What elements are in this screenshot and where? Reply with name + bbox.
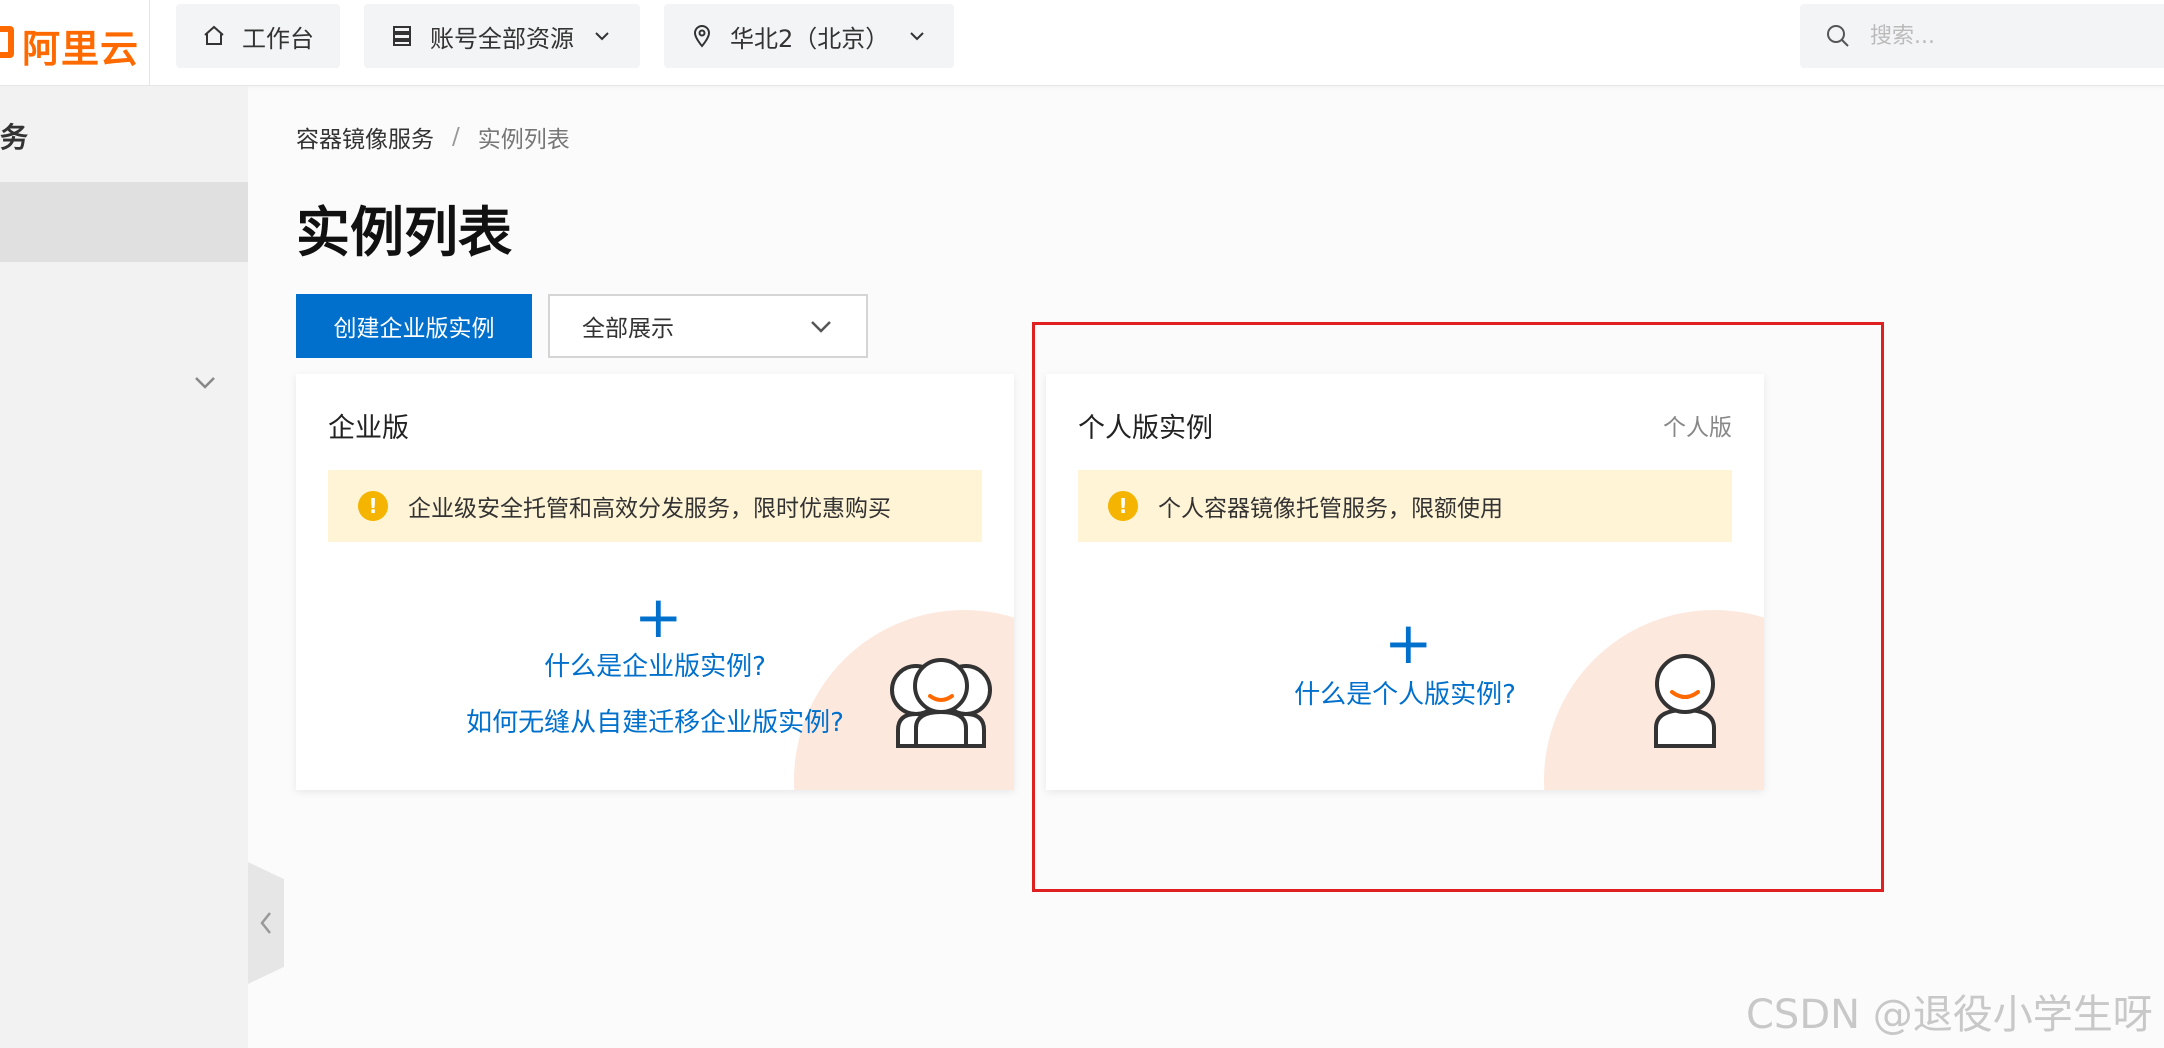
- create-enterprise-instance-button[interactable]: 创建企业版实例: [296, 294, 532, 358]
- location-pin-icon: [688, 22, 716, 50]
- chevron-down-icon: [811, 321, 831, 333]
- breadcrumb: 容器镜像服务 / 实例列表: [296, 120, 570, 154]
- group-users-icon: [890, 658, 992, 748]
- aliyun-logo[interactable]: 阿里云: [0, 0, 150, 86]
- watermark: CSDN @退役小学生呀: [1746, 992, 2153, 1038]
- home-icon: [200, 22, 228, 50]
- search-box[interactable]: [1800, 4, 2164, 68]
- card-title: 企业版: [328, 413, 409, 444]
- server-icon: [388, 22, 416, 50]
- workbench-button[interactable]: 工作台: [176, 4, 340, 68]
- sidebar: 务: [0, 86, 248, 1048]
- notice-banner: ! 企业级安全托管和高效分发服务，限时优惠购买: [328, 470, 982, 542]
- plus-icon[interactable]: +: [634, 588, 683, 646]
- resources-dropdown[interactable]: 账号全部资源: [364, 4, 640, 68]
- filter-value: 全部展示: [582, 316, 674, 342]
- sidebar-collapse-toggle[interactable]: [248, 862, 284, 984]
- search-input[interactable]: [1870, 23, 2150, 49]
- logo-text: 阿里云: [22, 27, 140, 71]
- logo-mark-icon: [0, 26, 14, 58]
- sidebar-title: 务: [0, 121, 29, 154]
- region-label: 华北2（北京）: [730, 24, 890, 53]
- breadcrumb-current: 实例列表: [477, 127, 570, 153]
- workbench-label: 工作台: [242, 24, 314, 53]
- instance-filter-select[interactable]: 全部展示: [548, 294, 868, 358]
- page-title: 实例列表: [296, 201, 512, 264]
- chevron-down-icon: [907, 25, 929, 47]
- region-dropdown[interactable]: 华北2（北京）: [664, 4, 954, 68]
- resources-label: 账号全部资源: [430, 24, 574, 53]
- chevron-left-icon: [260, 912, 271, 934]
- enterprise-instance-card: 企业版 ! 企业级安全托管和高效分发服务，限时优惠购买 + 什么是企业版实例? …: [296, 374, 1014, 790]
- chevron-down-icon[interactable]: [190, 368, 220, 398]
- sidebar-item-active[interactable]: [0, 182, 248, 262]
- search-icon: [1824, 22, 1852, 50]
- notice-text: 企业级安全托管和高效分发服务，限时优惠购买: [408, 496, 891, 522]
- warning-icon: !: [358, 491, 388, 521]
- breadcrumb-separator: /: [452, 124, 460, 150]
- highlight-annotation-box: [1032, 322, 1884, 892]
- chevron-down-icon: [592, 25, 614, 47]
- top-navigation-bar: 阿里云 工作台 账号全部资源 华北2（北京）: [0, 0, 2164, 86]
- breadcrumb-parent[interactable]: 容器镜像服务: [296, 120, 434, 154]
